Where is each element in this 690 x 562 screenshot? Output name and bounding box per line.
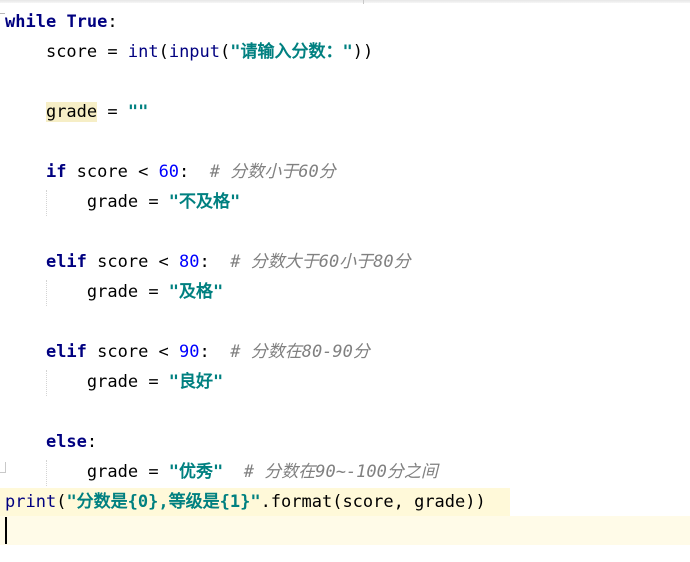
punctuation: ( [158,42,169,62]
string-literal: "" [127,102,149,122]
condition: score < [66,162,159,182]
string-literal: "请输入分数：" [230,42,353,62]
identifier-highlighted: grade [45,102,98,122]
comment: # 分数在90~-100分之间 [243,462,438,482]
string-literal: "优秀" [168,462,224,482]
code-line-1[interactable]: while True: [5,8,118,36]
punctuation: : [179,162,210,182]
comment: # 分数大于60小于80分 [230,252,411,272]
builtin-function: print [5,492,57,512]
punctuation: : [107,12,118,32]
string-literal: "分数是{0},等级是{1}" [66,492,261,512]
builtin-function: int [127,42,159,62]
code-line-13[interactable]: grade = "良好" [5,368,223,396]
current-line-highlight [0,516,690,545]
punctuation: ( [56,492,67,512]
code-line-16[interactable]: grade = "优秀" # 分数在90~-100分之间 [5,458,438,486]
code-line-17[interactable]: print("分数是{0},等级是{1}".format(score, grad… [0,488,510,516]
string-literal: "不及格" [168,192,241,212]
method-call: .format(score, grade)) [260,492,486,512]
comment: # 分数在80-90分 [230,342,370,362]
identifier: grade [86,462,139,482]
identifier: grade [86,192,139,212]
identifier: grade [86,282,139,302]
code-editor[interactable]: while True: score = int(input("请输入分数："))… [0,0,690,562]
number-literal: 60 [158,162,180,182]
code-line-9[interactable]: elif score < 80: # 分数大于60小于80分 [5,248,411,276]
keyword: elif [45,342,87,362]
operator: = [97,42,128,62]
condition: score < [86,252,180,272]
text-caret [5,517,7,544]
punctuation: ( [220,42,231,62]
punctuation: : [199,252,231,272]
builtin-function: input [168,42,221,62]
punctuation: : [86,432,98,452]
number-literal: 80 [179,252,200,272]
keyword: elif [45,252,87,272]
identifier: score [45,42,98,62]
punctuation: : [199,342,231,362]
keyword: True [66,12,108,32]
comment: # 分数小于60分 [209,162,336,182]
operator: = [138,372,169,392]
condition: score < [86,342,180,362]
keyword: while [5,12,57,32]
code-line-2[interactable]: score = int(input("请输入分数：")) [5,38,373,66]
operator: = [97,102,128,122]
code-line-7[interactable]: grade = "不及格" [5,188,240,216]
code-line-4[interactable]: grade = "" [5,98,148,126]
code-line-10[interactable]: grade = "及格" [5,278,223,306]
keyword: else [45,432,87,452]
code-line-6[interactable]: if score < 60: # 分数小于60分 [5,158,336,186]
string-literal: "良好" [168,372,224,392]
operator: = [138,282,169,302]
operator: = [138,192,169,212]
code-line-15[interactable]: else: [5,428,97,456]
keyword: if [45,162,67,182]
identifier: grade [86,372,139,392]
operator: = [138,462,169,482]
string-literal: "及格" [168,282,224,302]
number-literal: 90 [179,342,200,362]
punctuation: )) [352,42,374,62]
code-line-12[interactable]: elif score < 90: # 分数在80-90分 [5,338,370,366]
